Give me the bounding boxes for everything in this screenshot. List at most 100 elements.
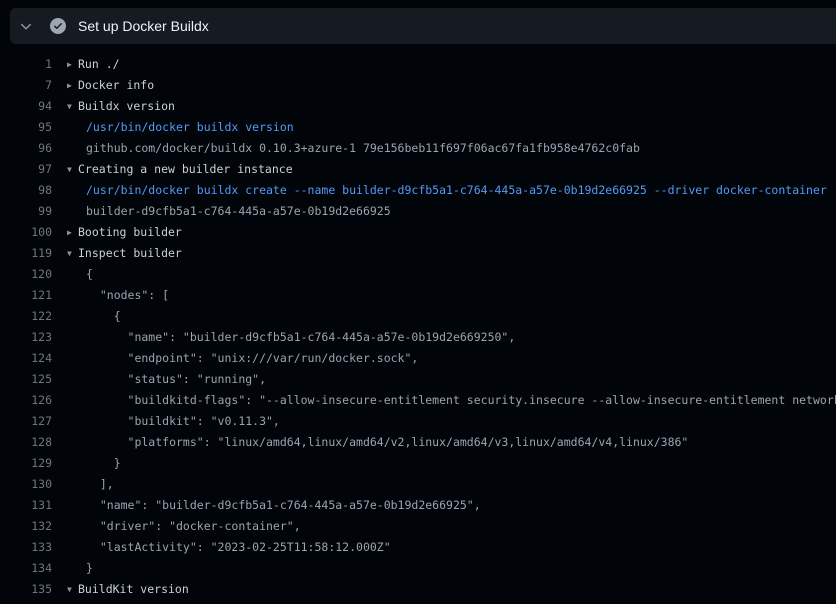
log-row: 129 } <box>0 453 836 474</box>
log-row: 128 "platforms": "linux/amd64,linux/amd6… <box>0 432 836 453</box>
log-row: 1 ▶Run ./ <box>0 54 836 75</box>
log-line-command: /usr/bin/docker buildx create --name bui… <box>86 183 827 197</box>
triangle-right-icon[interactable]: ▶ <box>67 75 78 96</box>
line-number[interactable]: 7 <box>0 75 52 96</box>
group-title: Docker info <box>78 78 154 92</box>
triangle-down-icon[interactable]: ▼ <box>67 96 78 117</box>
log-row: 125 "status": "running", <box>0 369 836 390</box>
log-lines: 1▶Run ./7▶Docker info94▼Buildx version95… <box>0 44 836 604</box>
log-line-output: { <box>86 309 121 323</box>
line-number[interactable]: 100 <box>0 222 52 243</box>
line-number[interactable]: 120 <box>0 264 52 285</box>
line-number[interactable]: 121 <box>0 285 52 306</box>
log-line-output: builder-d9cfb5a1-c764-445a-a57e-0b19d2e6… <box>86 204 391 218</box>
log-group-header[interactable]: ▼Buildx version <box>67 96 175 117</box>
log-row: 130 ], <box>0 474 836 495</box>
log-row: 123 "name": "builder-d9cfb5a1-c764-445a-… <box>0 327 836 348</box>
line-number[interactable]: 131 <box>0 495 52 516</box>
log-row: 94 ▼Buildx version <box>0 96 836 117</box>
line-number[interactable]: 1 <box>0 54 52 75</box>
line-number[interactable]: 124 <box>0 348 52 369</box>
log-row: 132 "driver": "docker-container", <box>0 516 836 537</box>
log-line-command: /usr/bin/docker buildx version <box>86 120 294 134</box>
line-number[interactable]: 132 <box>0 516 52 537</box>
triangle-down-icon[interactable]: ▼ <box>67 579 78 600</box>
log-row: 7 ▶Docker info <box>0 75 836 96</box>
line-number[interactable]: 97 <box>0 159 52 180</box>
log-group-header[interactable]: ▶Docker info <box>67 75 154 96</box>
line-number[interactable]: 126 <box>0 390 52 411</box>
log-group-header[interactable]: ▶Booting builder <box>67 222 182 243</box>
line-number[interactable]: 136 <box>0 600 52 604</box>
group-title: Buildx version <box>78 99 175 113</box>
line-number[interactable]: 123 <box>0 327 52 348</box>
log-row: 97 ▼Creating a new builder instance <box>0 159 836 180</box>
step-header[interactable]: Set up Docker Buildx <box>10 8 836 44</box>
line-number[interactable]: 129 <box>0 453 52 474</box>
log-row: 121 "nodes": [ <box>0 285 836 306</box>
log-line-output: "name": "builder-d9cfb5a1-c764-445a-a57e… <box>86 498 481 512</box>
line-number[interactable]: 134 <box>0 558 52 579</box>
log-row: 136builder-d9cfb5a1-c764-445a-a57e-0b19d… <box>0 600 836 604</box>
log-line-output: "nodes": [ <box>86 288 169 302</box>
log-line-output: "endpoint": "unix:///var/run/docker.sock… <box>86 351 418 365</box>
group-title: Inspect builder <box>78 246 182 260</box>
triangle-down-icon[interactable]: ▼ <box>67 243 78 264</box>
log-row: 124 "endpoint": "unix:///var/run/docker.… <box>0 348 836 369</box>
log-group-header[interactable]: ▼BuildKit version <box>67 579 189 600</box>
line-number[interactable]: 127 <box>0 411 52 432</box>
line-number[interactable]: 94 <box>0 96 52 117</box>
log-row: 131 "name": "builder-d9cfb5a1-c764-445a-… <box>0 495 836 516</box>
log-line-output: "platforms": "linux/amd64,linux/amd64/v2… <box>86 435 688 449</box>
actions-log-panel: Set up Docker Buildx 1▶Run ./7▶Docker in… <box>0 0 836 604</box>
log-group-header[interactable]: ▼Creating a new builder instance <box>67 159 293 180</box>
log-line-output: { <box>86 267 93 281</box>
check-circle-icon <box>50 18 66 34</box>
log-line-output: "status": "running", <box>86 372 266 386</box>
log-row: 99 builder-d9cfb5a1-c764-445a-a57e-0b19d2… <box>0 201 836 222</box>
log-row: 100 ▶Booting builder <box>0 222 836 243</box>
line-number[interactable]: 133 <box>0 537 52 558</box>
chevron-down-icon[interactable] <box>18 18 34 34</box>
line-number[interactable]: 125 <box>0 369 52 390</box>
log-row: 122 { <box>0 306 836 327</box>
log-row: 127 "buildkit": "v0.11.3", <box>0 411 836 432</box>
group-title: Booting builder <box>78 225 182 239</box>
log-line-output: "driver": "docker-container", <box>86 519 301 533</box>
log-line-output: "buildkit": "v0.11.3", <box>86 414 280 428</box>
line-number[interactable]: 128 <box>0 432 52 453</box>
log-line-output: "buildkitd-flags": "--allow-insecure-ent… <box>86 393 836 407</box>
log-line-output: "lastActivity": "2023-02-25T11:58:12.000… <box>86 540 391 554</box>
log-row: 134} <box>0 558 836 579</box>
log-row: 98/usr/bin/docker buildx create --name b… <box>0 180 836 201</box>
triangle-right-icon[interactable]: ▶ <box>67 54 78 75</box>
line-number[interactable]: 135 <box>0 579 52 600</box>
step-title: Set up Docker Buildx <box>78 18 209 34</box>
group-title: Creating a new builder instance <box>78 162 293 176</box>
log-line-output: "name": "builder-d9cfb5a1-c764-445a-a57e… <box>86 330 515 344</box>
log-row: 133 "lastActivity": "2023-02-25T11:58:12… <box>0 537 836 558</box>
line-number[interactable]: 98 <box>0 180 52 201</box>
log-row: 126 "buildkitd-flags": "--allow-insecure… <box>0 390 836 411</box>
log-row: 95/usr/bin/docker buildx version <box>0 117 836 138</box>
line-number[interactable]: 96 <box>0 138 52 159</box>
log-line-output: ], <box>86 477 114 491</box>
group-title: BuildKit version <box>78 582 189 596</box>
log-line-output: } <box>86 456 121 470</box>
log-group-header[interactable]: ▼Inspect builder <box>67 243 182 264</box>
line-number[interactable]: 95 <box>0 117 52 138</box>
log-line-output: } <box>86 561 93 575</box>
log-row: 119 ▼Inspect builder <box>0 243 836 264</box>
log-row: 96 github.com/docker/buildx 0.10.3+azure-… <box>0 138 836 159</box>
triangle-right-icon[interactable]: ▶ <box>67 222 78 243</box>
log-group-header[interactable]: ▶Run ./ <box>67 54 120 75</box>
log-row: 135 ▼BuildKit version <box>0 579 836 600</box>
log-row: 120 { <box>0 264 836 285</box>
line-number[interactable]: 119 <box>0 243 52 264</box>
log-line-output: github.com/docker/buildx 0.10.3+azure-1 … <box>86 141 640 155</box>
line-number[interactable]: 99 <box>0 201 52 222</box>
group-title: Run ./ <box>78 57 120 71</box>
line-number[interactable]: 122 <box>0 306 52 327</box>
triangle-down-icon[interactable]: ▼ <box>67 159 78 180</box>
line-number[interactable]: 130 <box>0 474 52 495</box>
